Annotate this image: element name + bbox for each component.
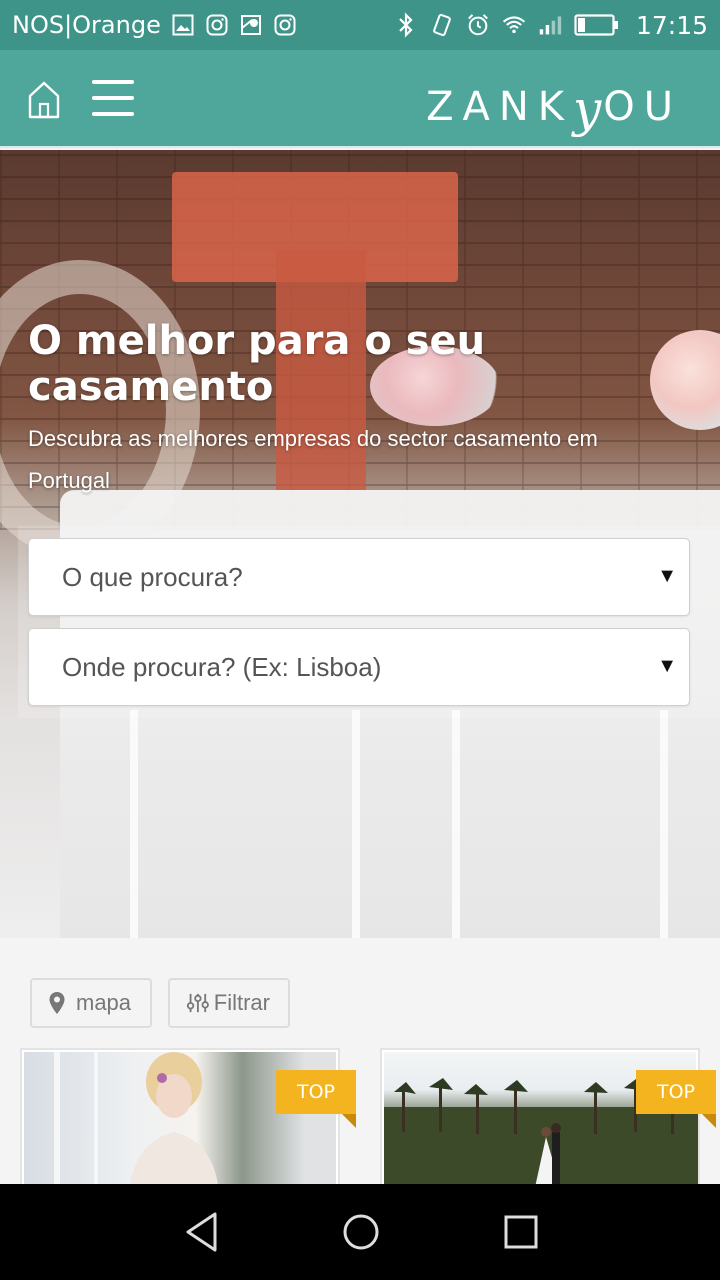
home-nav-button[interactable] [333, 1206, 389, 1258]
signal-icon [538, 13, 562, 37]
status-bar: NOS|Orange 17:15 [0, 0, 720, 50]
vibrate-icon [430, 13, 454, 37]
what-select[interactable]: O que procura? ▼ [28, 538, 690, 616]
wifi-icon [502, 13, 526, 37]
notification-icons [171, 13, 297, 37]
home-button[interactable] [26, 80, 62, 120]
instagram-icon [205, 13, 229, 37]
carrier-label: NOS|Orange [12, 11, 161, 39]
location-pin-icon [49, 992, 65, 1014]
hero-subtitle: Descubra as melhores empresas do sector … [28, 426, 598, 493]
bluetooth-icon [394, 12, 418, 38]
status-time: 17:15 [635, 10, 708, 40]
system-icons: 17:15 [394, 11, 708, 40]
back-icon [186, 1212, 217, 1252]
where-select-label: Onde procura? (Ex: Lisboa) [62, 651, 382, 682]
instagram-icon [273, 13, 297, 37]
app-header: ZANKyOU [0, 50, 720, 148]
sliders-icon [186, 993, 209, 1013]
map-button-label: mapa [76, 990, 132, 1015]
chevron-down-icon: ▼ [657, 655, 677, 677]
top-badge: TOP [276, 1070, 356, 1114]
home-icon [28, 81, 60, 119]
battery-icon [574, 13, 620, 37]
menu-button[interactable] [92, 80, 134, 116]
hero-banner: O melhor para o seu casamento Descubra a… [0, 150, 720, 938]
what-select-label: O que procura? [62, 561, 243, 592]
chevron-down-icon: ▼ [657, 565, 677, 587]
recents-button[interactable] [493, 1206, 549, 1258]
square-recents-icon [504, 1215, 538, 1249]
brand-logo[interactable]: ZANKyOU [426, 74, 682, 138]
filter-button[interactable]: Filtrar [168, 978, 290, 1028]
vendor-card[interactable] [380, 1048, 700, 1188]
where-select[interactable]: Onde procura? (Ex: Lisboa) ▼ [28, 628, 690, 706]
menu-icon [92, 80, 134, 84]
top-badge: TOP [636, 1070, 716, 1114]
map-button[interactable]: mapa [30, 978, 152, 1028]
circle-home-icon [343, 1214, 379, 1250]
gallery-icon [171, 13, 195, 37]
back-button[interactable] [174, 1206, 230, 1258]
screen: NOS|Orange 17:15 ZANKyOU O melhor para o… [0, 0, 720, 1280]
alarm-icon [466, 13, 490, 37]
system-navigation-bar [0, 1184, 720, 1280]
vendor-card[interactable] [20, 1048, 340, 1188]
maps-icon [239, 13, 263, 37]
hero-title: O melhor para o seu casamento [28, 318, 486, 410]
filter-button-label: Filtrar [213, 990, 270, 1015]
